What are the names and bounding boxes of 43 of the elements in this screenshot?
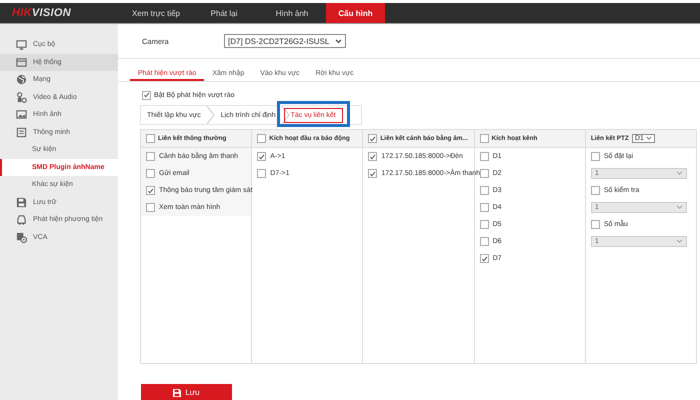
checkbox[interactable] — [257, 134, 266, 143]
chevron-icon — [282, 106, 290, 124]
checkbox[interactable] — [368, 169, 378, 178]
caret-icon — [335, 38, 342, 44]
caret-icon — [676, 171, 683, 176]
checkbox[interactable] — [480, 134, 489, 143]
list-icon — [16, 126, 27, 138]
camera-select[interactable]: [D7] DS-2CD2T26G2-ISUSL — [224, 34, 346, 48]
checkbox[interactable] — [480, 220, 489, 229]
save-button[interactable]: Lưu — [141, 384, 232, 400]
checkbox[interactable] — [368, 152, 378, 161]
chevron-icon — [206, 106, 215, 124]
caret-icon — [646, 136, 652, 141]
checkbox[interactable] — [590, 186, 600, 195]
brand-logo: HIKVISION — [11, 6, 72, 21]
nav-tab[interactable]: Xem trực tiếp — [122, 3, 190, 23]
checkbox[interactable] — [480, 237, 489, 246]
checkbox[interactable] — [480, 186, 489, 195]
checkbox[interactable] — [257, 152, 266, 161]
checkbox[interactable] — [146, 186, 155, 195]
nav-tab[interactable]: Cấu hình — [326, 3, 385, 23]
checkbox[interactable] — [590, 220, 600, 229]
checkbox[interactable] — [480, 169, 489, 178]
monitor-icon — [16, 39, 27, 50]
image-icon — [16, 109, 27, 120]
checkbox[interactable] — [257, 169, 266, 178]
checkbox[interactable] — [146, 134, 155, 143]
checkbox[interactable] — [368, 134, 378, 143]
checkbox[interactable] — [480, 203, 489, 212]
nav-tab[interactable]: Hình ảnh — [258, 3, 326, 23]
globe-icon — [16, 74, 27, 86]
car-icon — [16, 214, 27, 226]
nav-tab[interactable]: Phát lại — [190, 3, 258, 23]
checkbox[interactable] — [480, 152, 489, 161]
checkbox[interactable] — [146, 203, 155, 212]
checkbox[interactable] — [142, 90, 151, 100]
checkbox[interactable] — [590, 152, 600, 161]
caret-icon — [676, 239, 683, 244]
checkbox[interactable] — [480, 254, 489, 263]
checkbox[interactable] — [146, 152, 155, 161]
caret-icon — [676, 205, 683, 210]
checkbox[interactable] — [146, 169, 155, 178]
window-icon — [16, 56, 27, 68]
